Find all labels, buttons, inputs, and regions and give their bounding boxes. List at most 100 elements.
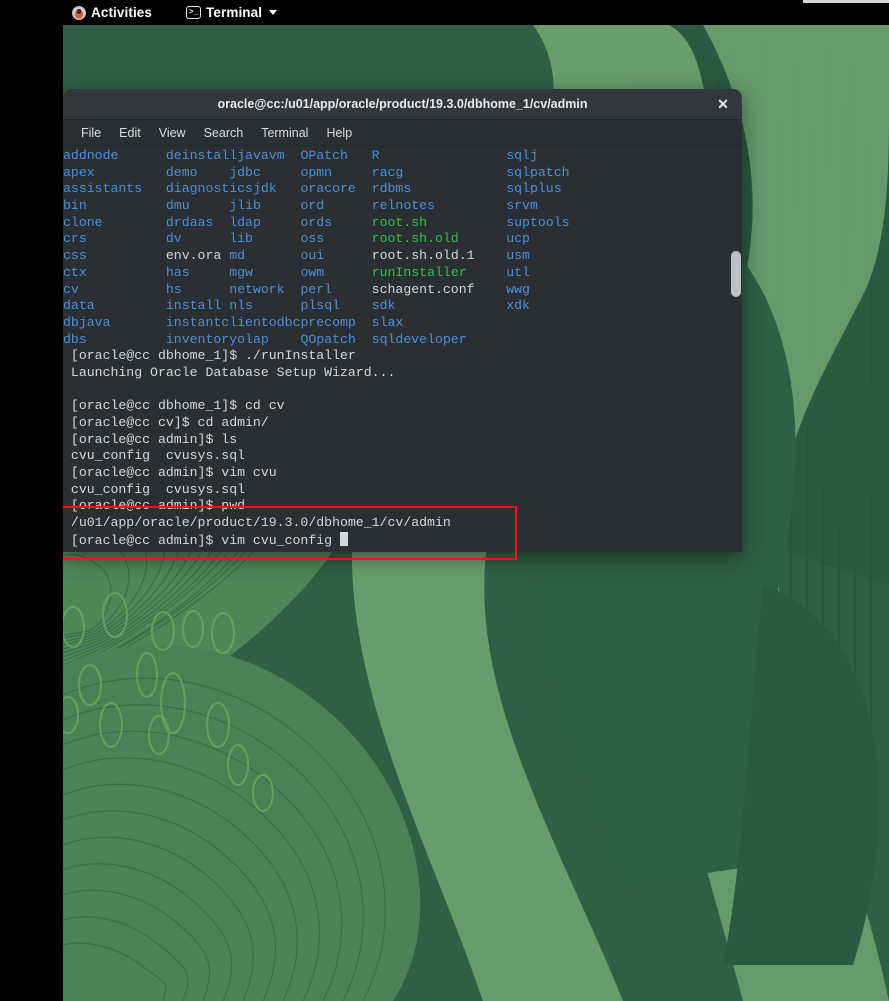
listing-entry: R xyxy=(371,148,380,163)
listing-entry: dv xyxy=(165,231,182,247)
terminal-title: oracle@cc:/u01/app/oracle/product/19.3.0… xyxy=(217,97,588,111)
listing-entry: oui xyxy=(300,248,325,264)
gnome-top-bar: Activities >_ Terminal xyxy=(0,0,889,25)
listing-entry: odbc xyxy=(268,314,301,330)
listing-entry: sdk xyxy=(371,298,396,314)
listing-entry: bin xyxy=(63,198,87,214)
listing-entry: xdk xyxy=(506,298,530,314)
menu-item-edit[interactable]: Edit xyxy=(110,120,150,146)
terminal-line: [oracle@cc admin]$ vim cvu_config xyxy=(63,531,742,549)
desktop[interactable]: oracle@cc:/u01/app/oracle/product/19.3.0… xyxy=(63,25,889,1001)
listing-entry: deinstall xyxy=(165,148,238,163)
listing-entry: crs xyxy=(63,231,87,247)
activities-label: Activities xyxy=(91,5,153,20)
listing-entry: md xyxy=(229,248,246,264)
terminal-line: [oracle@cc dbhome_1]$ cd cv xyxy=(63,398,285,414)
listing-entry: wwg xyxy=(506,281,530,297)
terminal-line: [oracle@cc dbhome_1]$ ./runInstaller xyxy=(63,348,356,364)
listing-row: apex demo jdbc opmn racg sqlpatch xyxy=(63,165,742,182)
listing-entry: sqlpatch xyxy=(506,164,570,180)
listing-entry: sqlj xyxy=(506,148,538,163)
listing-entry: opmn xyxy=(300,164,333,180)
listing-entry: addnode xyxy=(63,148,119,163)
listing-entry: schagent.conf xyxy=(371,281,475,297)
app-menu-terminal[interactable]: >_ Terminal xyxy=(180,0,283,25)
listing-entry: dbjava xyxy=(63,314,111,330)
menu-item-search[interactable]: Search xyxy=(195,120,253,146)
chevron-down-icon xyxy=(269,10,278,15)
listing-entry: root.sh xyxy=(371,214,428,230)
listing-entry: assistants xyxy=(63,181,143,197)
listing-entry: OPatch xyxy=(300,148,348,163)
listing-entry: slax xyxy=(371,314,404,330)
listing-entry: inventory xyxy=(165,331,238,347)
listing-entry: oracore xyxy=(300,181,356,197)
listing-entry: env.ora xyxy=(165,248,222,264)
listing-entry: dbs xyxy=(63,331,87,347)
listing-row: dbs inventoryolap QOpatch sqldeveloper xyxy=(63,332,742,349)
listing-entry: olap xyxy=(237,331,269,347)
listing-entry: apex xyxy=(63,164,95,180)
listing-row: css env.ora md oui root.sh.old.1 usm xyxy=(63,248,742,265)
listing-entry: javavm xyxy=(237,148,285,163)
listing-entry: root.sh.old.1 xyxy=(371,248,475,264)
listing-entry: ldap xyxy=(229,214,261,230)
listing-row: data install nls plsql sdk xdk xyxy=(63,298,742,315)
listing-entry: sqlplus xyxy=(506,181,562,197)
listing-entry: plsql xyxy=(300,298,341,314)
terminal-scrollbar[interactable] xyxy=(729,146,742,551)
listing-entry: network xyxy=(229,281,285,297)
terminal-line: [oracle@cc cv]$ cd admin/ xyxy=(63,415,269,430)
listing-entry: jdbc xyxy=(229,164,261,180)
terminal-line: [oracle@cc admin]$ ls xyxy=(63,431,238,447)
user-circle-icon xyxy=(72,5,86,20)
listing-entry: css xyxy=(63,248,87,264)
listing-entry: mgw xyxy=(229,264,253,280)
listing-row: crs dv lib oss root.sh.old ucp xyxy=(63,231,742,248)
listing-entry: instantclient xyxy=(165,314,269,330)
terminal-line: [oracle@cc admin]$ vim cvu xyxy=(63,465,277,481)
terminal-line: cvu_config cvusys.sql xyxy=(63,448,246,464)
terminal-line: /u01/app/oracle/product/19.3.0/dbhome_1/… xyxy=(63,515,451,531)
text-cursor xyxy=(339,531,348,546)
listing-entry: root.sh.old xyxy=(371,231,459,247)
menu-item-help[interactable]: Help xyxy=(317,120,361,146)
listing-entry: relnotes xyxy=(371,198,435,214)
listing-row: clone drdaas ldap ords root.sh suptools xyxy=(63,215,742,232)
listing-entry: install xyxy=(165,298,222,314)
menu-item-terminal[interactable]: Terminal xyxy=(252,120,317,146)
menu-item-view[interactable]: View xyxy=(150,120,195,146)
listing-entry: perl xyxy=(300,281,333,297)
app-menu-label: Terminal xyxy=(206,5,263,20)
listing-entry: suptools xyxy=(506,214,570,230)
terminal-window[interactable]: oracle@cc:/u01/app/oracle/product/19.3.0… xyxy=(63,89,742,552)
listing-entry: usm xyxy=(506,248,530,264)
listing-entry: ord xyxy=(300,198,325,214)
terminal-titlebar[interactable]: oracle@cc:/u01/app/oracle/product/19.3.0… xyxy=(63,89,742,120)
listing-row: dbjava instantclientodbcprecomp slax xyxy=(63,315,742,332)
listing-entry: diagnostics xyxy=(165,181,253,197)
listing-entry: ctx xyxy=(63,264,87,280)
listing-entry: jdk xyxy=(252,181,277,197)
listing-entry: sqldeveloper xyxy=(371,331,467,347)
listing-row: ctx has mgw owm runInstaller utl xyxy=(63,265,742,282)
scrollbar-thumb[interactable] xyxy=(731,251,741,297)
listing-entry: srvm xyxy=(506,198,538,214)
listing-entry: dmu xyxy=(165,198,190,214)
screen: Activities >_ Terminal oracle@cc:/u01/ap… xyxy=(0,0,889,1001)
listing-entry: oss xyxy=(300,231,325,247)
close-icon[interactable]: ✕ xyxy=(714,95,732,113)
listing-entry: data xyxy=(63,298,95,314)
activities-button[interactable]: Activities xyxy=(66,0,158,25)
listing-entry: runInstaller xyxy=(371,264,467,280)
listing-entry: drdaas xyxy=(165,214,214,230)
listing-entry: clone xyxy=(63,214,103,230)
listing-row: bin dmu jlib ord relnotes srvm xyxy=(63,198,742,215)
terminal-prompt-icon: >_ xyxy=(186,6,202,19)
terminal-line: cvu_config cvusys.sql xyxy=(63,481,246,497)
listing-entry: cv xyxy=(63,281,79,297)
terminal-menubar[interactable]: File Edit View Search Terminal Help xyxy=(63,120,742,146)
terminal-body[interactable]: addnode deinstalljavavm OPatch R sqlj ape… xyxy=(63,146,742,551)
menu-item-file[interactable]: File xyxy=(72,120,110,146)
